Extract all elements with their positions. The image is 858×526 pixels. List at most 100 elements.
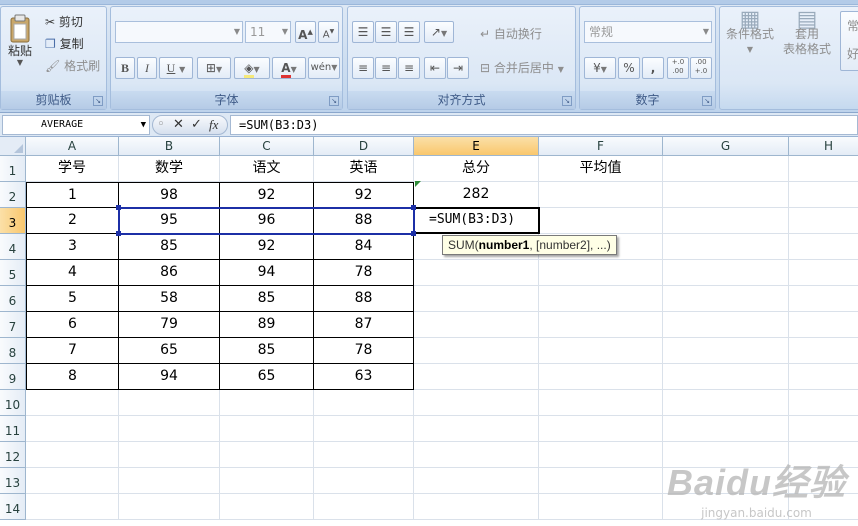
underline-button[interactable]: U ▼ bbox=[159, 57, 193, 79]
cell-g4[interactable] bbox=[663, 234, 789, 260]
cell-a14[interactable] bbox=[26, 494, 119, 520]
cell-g9[interactable] bbox=[663, 364, 789, 390]
column-header-g[interactable]: G bbox=[663, 137, 789, 156]
cell-c2[interactable]: 92 bbox=[220, 182, 314, 208]
cell-b7[interactable]: 79 bbox=[119, 312, 220, 338]
cell-d3[interactable]: 88 bbox=[314, 208, 414, 234]
cell-e1[interactable]: 总分 bbox=[414, 156, 539, 182]
cell-h6[interactable] bbox=[789, 286, 858, 312]
cell-f7[interactable] bbox=[539, 312, 663, 338]
row-header-5[interactable]: 5 bbox=[0, 260, 26, 286]
cell-g10[interactable] bbox=[663, 390, 789, 416]
cell-c6[interactable]: 85 bbox=[220, 286, 314, 312]
grow-font-button[interactable]: A▲ bbox=[295, 21, 316, 43]
cell-f11[interactable] bbox=[539, 416, 663, 442]
column-header-e[interactable]: E bbox=[414, 137, 539, 156]
cell-c9[interactable]: 65 bbox=[220, 364, 314, 390]
font-name-select[interactable]: ▼ bbox=[115, 21, 243, 43]
cell-e7[interactable] bbox=[414, 312, 539, 338]
row-header-9[interactable]: 9 bbox=[0, 364, 26, 390]
cell-f2[interactable] bbox=[539, 182, 663, 208]
cell-g11[interactable] bbox=[663, 416, 789, 442]
cell-b2[interactable]: 98 bbox=[119, 182, 220, 208]
cell-a1[interactable]: 学号 bbox=[26, 156, 119, 182]
conditional-format-button[interactable]: ▦ 条件格式 ▼ bbox=[722, 9, 778, 83]
cut-button[interactable]: ✂ 剪切 bbox=[45, 13, 83, 30]
cell-c13[interactable] bbox=[220, 468, 314, 494]
wrap-text-button[interactable]: ↵ 自动换行 bbox=[480, 25, 542, 42]
cell-a8[interactable]: 7 bbox=[26, 338, 119, 364]
font-launcher-icon[interactable]: ↘ bbox=[329, 96, 339, 106]
row-header-13[interactable]: 13 bbox=[0, 468, 26, 494]
cell-c12[interactable] bbox=[220, 442, 314, 468]
cell-f8[interactable] bbox=[539, 338, 663, 364]
paste-button[interactable]: 粘贴 ▼ bbox=[3, 11, 37, 81]
cell-h8[interactable] bbox=[789, 338, 858, 364]
cell-c8[interactable]: 85 bbox=[220, 338, 314, 364]
increase-indent-button[interactable]: ⇥ bbox=[447, 57, 469, 79]
orientation-button[interactable]: ↗▼ bbox=[424, 21, 454, 43]
comma-button[interactable]: , bbox=[642, 57, 664, 79]
cell-e13[interactable] bbox=[414, 468, 539, 494]
cell-h2[interactable] bbox=[789, 182, 858, 208]
number-format-select[interactable]: 常规 ▼ bbox=[584, 21, 712, 43]
cell-b12[interactable] bbox=[119, 442, 220, 468]
column-header-f[interactable]: F bbox=[539, 137, 663, 156]
column-header-b[interactable]: B bbox=[119, 137, 220, 156]
cell-g6[interactable] bbox=[663, 286, 789, 312]
cell-f12[interactable] bbox=[539, 442, 663, 468]
enter-icon[interactable]: ✓ bbox=[191, 117, 202, 133]
cell-e6[interactable] bbox=[414, 286, 539, 312]
select-all-button[interactable] bbox=[0, 137, 26, 156]
row-header-14[interactable]: 14 bbox=[0, 494, 26, 520]
cell-e9[interactable] bbox=[414, 364, 539, 390]
cell-e2[interactable]: 282 bbox=[414, 182, 539, 208]
cell-f10[interactable] bbox=[539, 390, 663, 416]
increase-decimal-button[interactable]: +.0 .00 bbox=[667, 57, 689, 79]
cell-e10[interactable] bbox=[414, 390, 539, 416]
cell-styles-button[interactable]: 常 好 bbox=[840, 11, 858, 71]
cell-a7[interactable]: 6 bbox=[26, 312, 119, 338]
cell-c5[interactable]: 94 bbox=[220, 260, 314, 286]
cell-c3[interactable]: 96 bbox=[220, 208, 314, 234]
italic-button[interactable]: I bbox=[137, 57, 157, 79]
cell-h9[interactable] bbox=[789, 364, 858, 390]
cell-f14[interactable] bbox=[539, 494, 663, 520]
row-header-4[interactable]: 4 bbox=[0, 234, 26, 260]
cell-e11[interactable] bbox=[414, 416, 539, 442]
cell-f3[interactable] bbox=[539, 208, 663, 234]
cell-g5[interactable] bbox=[663, 260, 789, 286]
cell-d12[interactable] bbox=[314, 442, 414, 468]
cell-b13[interactable] bbox=[119, 468, 220, 494]
insert-function-icon[interactable]: fx bbox=[209, 117, 218, 133]
cell-h3[interactable] bbox=[789, 208, 858, 234]
tooltip-current-arg[interactable]: number1 bbox=[479, 238, 530, 252]
cell-e5[interactable] bbox=[414, 260, 539, 286]
formula-input[interactable]: =SUM(B3:D3) bbox=[230, 115, 858, 135]
cell-b1[interactable]: 数学 bbox=[119, 156, 220, 182]
cell-e8[interactable] bbox=[414, 338, 539, 364]
cell-b14[interactable] bbox=[119, 494, 220, 520]
cell-d11[interactable] bbox=[314, 416, 414, 442]
align-right-button[interactable]: ≡ bbox=[398, 57, 420, 79]
merge-center-button[interactable]: ⊟ 合并后居中 ▼ bbox=[480, 59, 564, 76]
column-header-a[interactable]: A bbox=[26, 137, 119, 156]
align-bottom-button[interactable]: ☰ bbox=[398, 21, 420, 43]
cell-a13[interactable] bbox=[26, 468, 119, 494]
decrease-indent-button[interactable]: ⇤ bbox=[424, 57, 446, 79]
cell-a11[interactable] bbox=[26, 416, 119, 442]
cell-g2[interactable] bbox=[663, 182, 789, 208]
cell-b8[interactable]: 65 bbox=[119, 338, 220, 364]
font-size-select[interactable]: 11 ▼ bbox=[245, 21, 291, 43]
cell-b6[interactable]: 58 bbox=[119, 286, 220, 312]
cell-a4[interactable]: 3 bbox=[26, 234, 119, 260]
cell-a5[interactable]: 4 bbox=[26, 260, 119, 286]
cell-b4[interactable]: 85 bbox=[119, 234, 220, 260]
cell-c10[interactable] bbox=[220, 390, 314, 416]
cell-c4[interactable]: 92 bbox=[220, 234, 314, 260]
cancel-icon[interactable]: ✕ bbox=[173, 117, 184, 133]
cell-a12[interactable] bbox=[26, 442, 119, 468]
cell-h10[interactable] bbox=[789, 390, 858, 416]
cell-h5[interactable] bbox=[789, 260, 858, 286]
cell-h4[interactable] bbox=[789, 234, 858, 260]
